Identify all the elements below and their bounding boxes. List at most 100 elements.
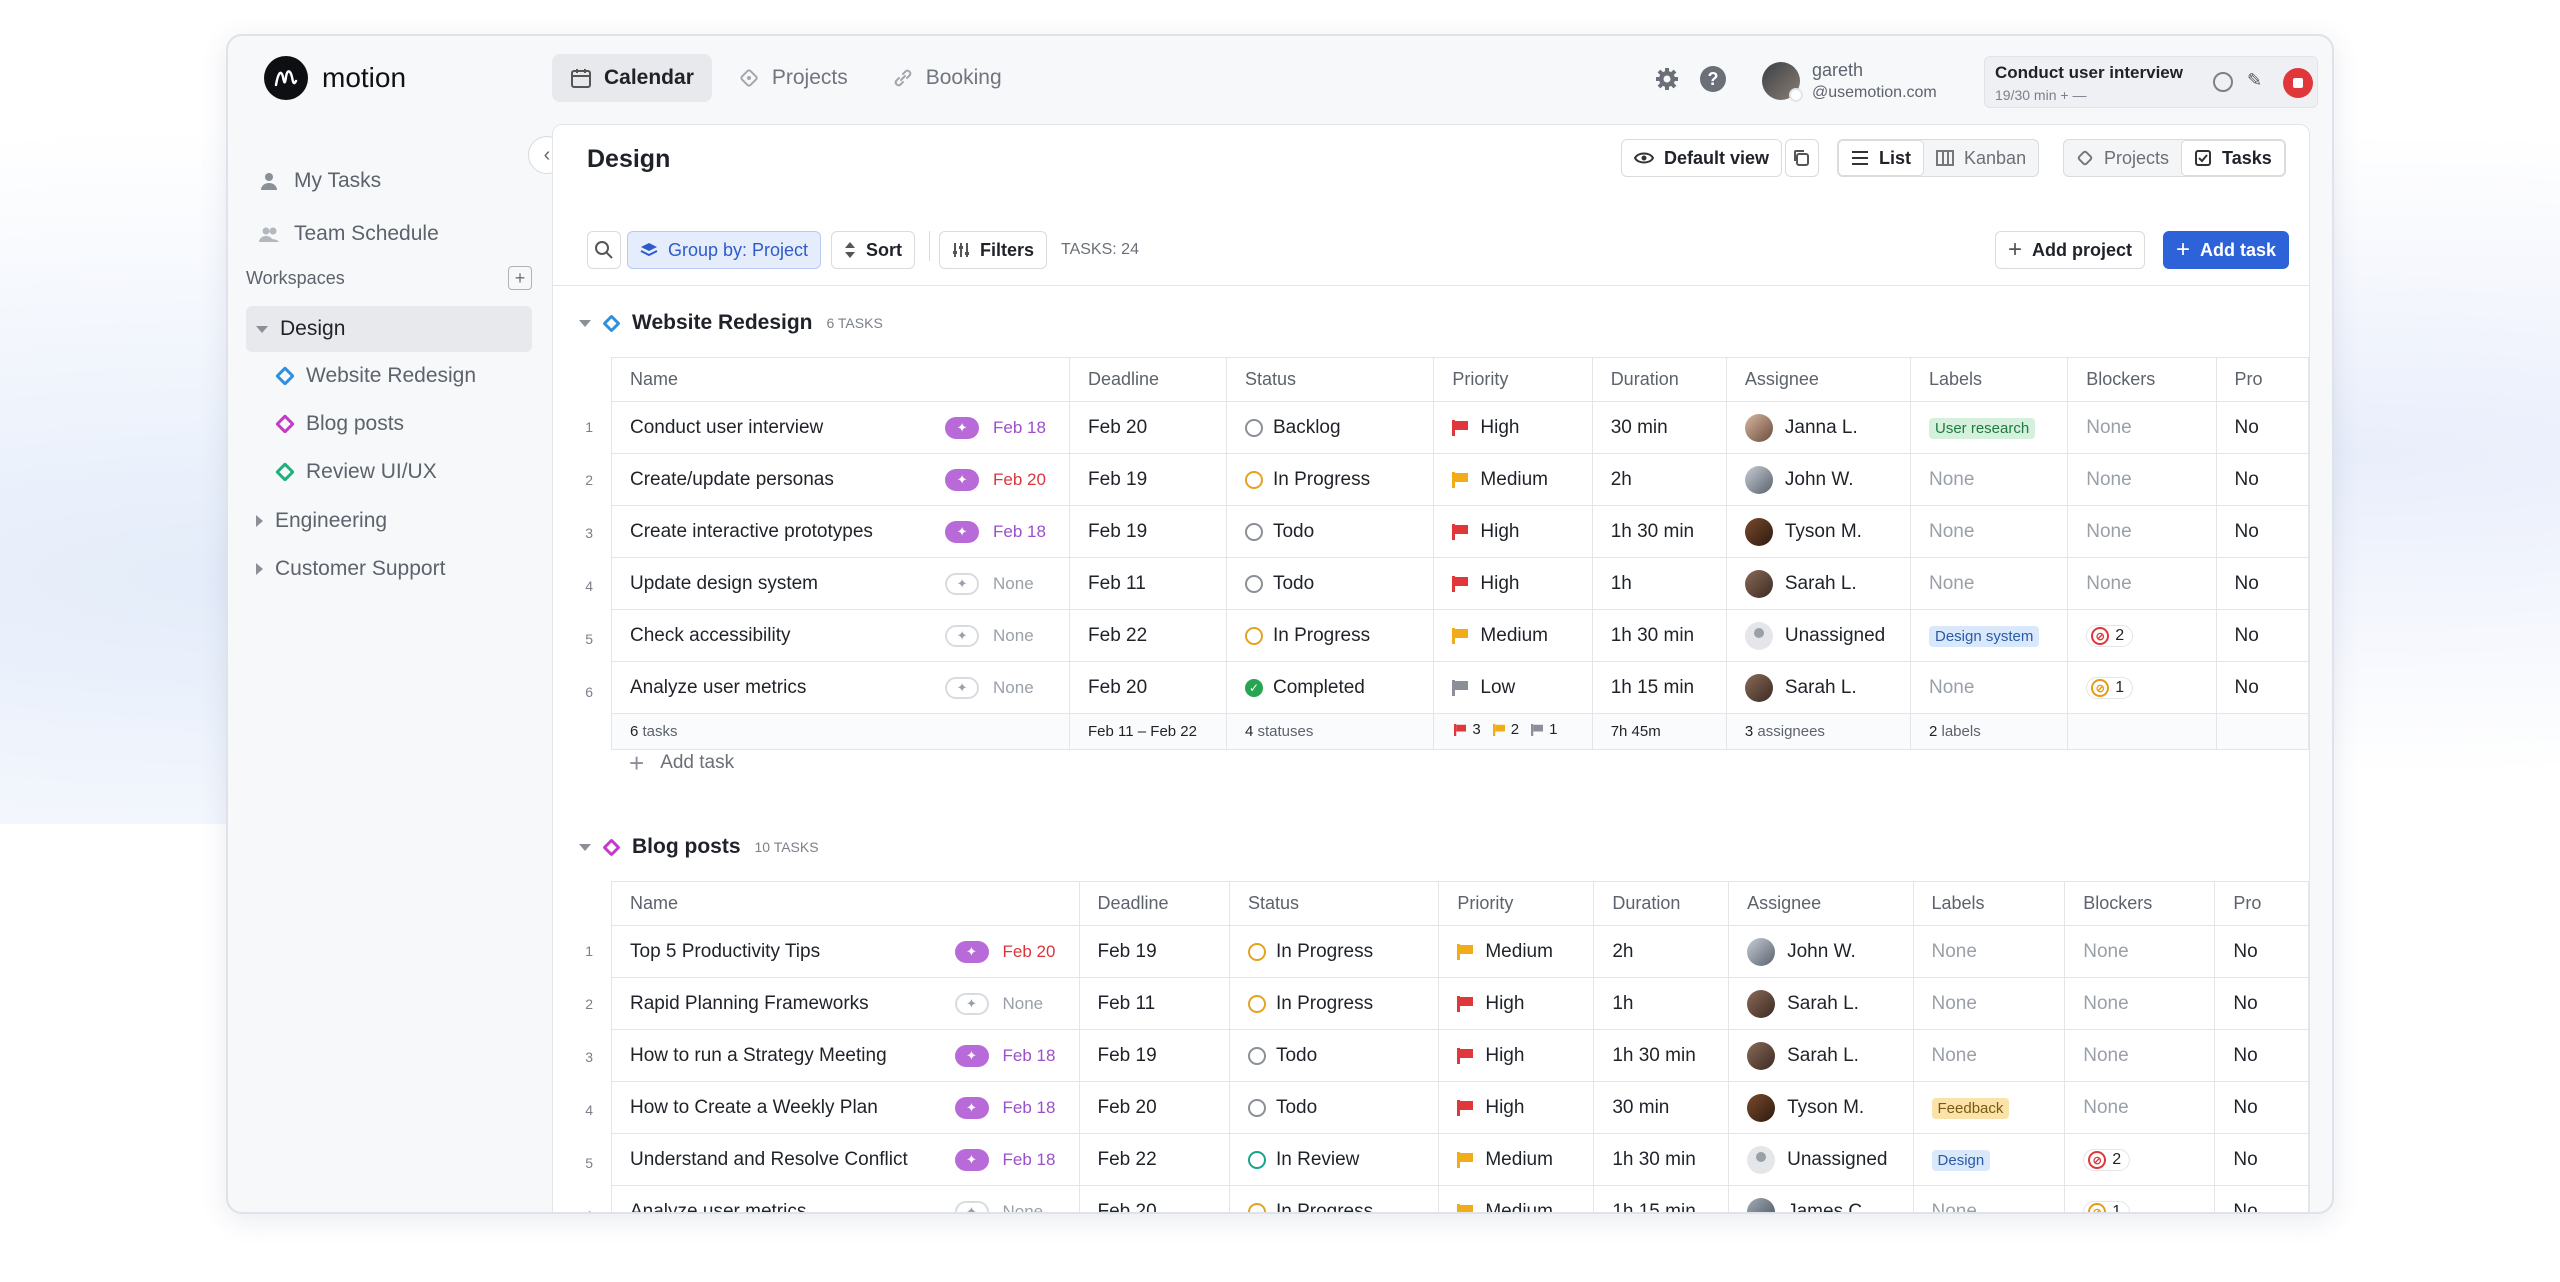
status-cell[interactable]: Todo xyxy=(1228,1081,1440,1134)
duration-cell[interactable]: 2h xyxy=(1591,453,1727,506)
table-row[interactable]: Understand and Resolve Conflict ✦ Feb 18 Fe… xyxy=(611,1133,2309,1186)
mode-tasks[interactable]: Tasks xyxy=(2181,140,2285,176)
project-website-redesign[interactable]: Website Redesign xyxy=(275,354,476,398)
deadline-cell[interactable]: Feb 22 xyxy=(1069,609,1227,662)
column-header[interactable]: Deadline xyxy=(1078,881,1230,926)
labels-cell[interactable]: None xyxy=(1909,505,2069,558)
priority-cell[interactable]: Medium xyxy=(1438,925,1595,978)
priority-cell[interactable]: Medium xyxy=(1438,1133,1595,1186)
deadline-cell[interactable]: Feb 20 xyxy=(1069,401,1227,454)
status-cell[interactable]: ✓ Completed xyxy=(1225,661,1435,714)
edit-icon[interactable]: ✎ xyxy=(2247,70,2271,94)
group-by-button[interactable]: Group by: Project xyxy=(627,231,822,269)
assignee-cell[interactable]: Janna L. xyxy=(1725,401,1911,454)
priority-cell[interactable]: Medium xyxy=(1433,453,1593,506)
status-cell[interactable]: In Progress xyxy=(1228,977,1440,1030)
add-task-button[interactable]: + Add task xyxy=(2163,231,2290,269)
auto-schedule-toggle-icon[interactable]: ✦ xyxy=(945,416,980,439)
labels-cell[interactable]: User research xyxy=(1909,401,2069,454)
labels-cell[interactable]: None xyxy=(1909,661,2069,714)
assignee-cell[interactable]: John W. xyxy=(1725,453,1911,506)
table-row[interactable]: Top 5 Productivity Tips ✦ Feb 20 Feb 19 In P… xyxy=(611,925,2309,978)
table-row[interactable]: Analyze user metrics ✦ None Feb 20 In Progre… xyxy=(611,1185,2309,1212)
column-header[interactable]: Blockers xyxy=(2064,881,2216,926)
deadline-cell[interactable]: Feb 20 xyxy=(1078,1081,1230,1134)
duration-cell[interactable]: 30 min xyxy=(1591,401,1727,454)
table-row[interactable]: Analyze user metrics ✦ None Feb 20 ✓ Complete… xyxy=(610,661,2309,714)
auto-schedule-toggle-icon[interactable]: ✦ xyxy=(945,520,980,543)
project-cell[interactable]: No xyxy=(2215,453,2309,506)
table-row[interactable]: How to run a Strategy Meeting ✦ Feb 18 Feb … xyxy=(611,1029,2309,1082)
task-name-cell[interactable]: Conduct user interview ✦ Feb 18 xyxy=(610,401,1071,454)
column-header[interactable]: Name xyxy=(611,881,1080,926)
column-header[interactable]: Labels xyxy=(1912,881,2066,926)
blockers-cell[interactable]: None xyxy=(2067,505,2217,558)
workspace-engineering[interactable]: Engineering xyxy=(246,498,532,544)
duration-cell[interactable]: 1h 30 min xyxy=(1591,609,1727,662)
task-name-cell[interactable]: Create/update personas ✦ Feb 20 xyxy=(610,453,1071,506)
column-header[interactable]: Labels xyxy=(1909,357,2069,402)
duration-cell[interactable]: 1h 30 min xyxy=(1593,1029,1730,1082)
assignee-cell[interactable]: John W. xyxy=(1728,925,1914,978)
labels-cell[interactable]: Design system xyxy=(1909,609,2069,662)
priority-cell[interactable]: High xyxy=(1438,977,1595,1030)
auto-schedule-toggle-icon[interactable]: ✦ xyxy=(945,572,980,595)
duration-cell[interactable]: 1h xyxy=(1591,557,1727,610)
blockers-cell[interactable]: None xyxy=(2067,557,2217,610)
status-cell[interactable]: In Progress xyxy=(1225,609,1435,662)
project-cell[interactable]: No xyxy=(2214,1081,2309,1134)
deadline-cell[interactable]: Feb 20 xyxy=(1069,661,1227,714)
labels-cell[interactable]: None xyxy=(1912,1185,2066,1212)
column-header[interactable]: Duration xyxy=(1591,357,1727,402)
labels-cell[interactable]: Feedback xyxy=(1912,1081,2066,1134)
project-cell[interactable]: No xyxy=(2214,925,2309,978)
assignee-cell[interactable]: Sarah L. xyxy=(1725,557,1911,610)
labels-cell[interactable]: None xyxy=(1909,557,2069,610)
blockers-cell[interactable]: ⊘ 1 xyxy=(2067,661,2217,714)
column-header[interactable]: Priority xyxy=(1438,881,1595,926)
auto-schedule-toggle-icon[interactable]: ✦ xyxy=(945,676,980,699)
column-header[interactable]: Blockers xyxy=(2067,357,2217,402)
column-header[interactable]: Deadline xyxy=(1069,357,1227,402)
tab-projects[interactable]: Projects xyxy=(720,54,866,102)
table-row[interactable]: Rapid Planning Frameworks ✦ None Feb 11 In P… xyxy=(611,977,2309,1030)
help-icon[interactable]: ? xyxy=(1700,66,1726,92)
priority-cell[interactable]: High xyxy=(1433,505,1593,558)
timer-adjust[interactable]: + — xyxy=(2060,87,2086,103)
table-row[interactable]: Conduct user interview ✦ Feb 18 Feb 20 Backl… xyxy=(610,401,2309,454)
priority-cell[interactable]: High xyxy=(1433,557,1593,610)
task-name-cell[interactable]: How to run a Strategy Meeting ✦ Feb 18 xyxy=(611,1029,1080,1082)
deadline-cell[interactable]: Feb 19 xyxy=(1078,925,1230,978)
active-task-timer[interactable]: Conduct user interview 19/30 min + — ✎ xyxy=(1984,56,2318,108)
project-cell[interactable]: No xyxy=(2215,401,2309,454)
duration-cell[interactable]: 1h 30 min xyxy=(1593,1133,1730,1186)
blockers-cell[interactable]: None xyxy=(2064,977,2216,1030)
assignee-cell[interactable]: Unassigned xyxy=(1725,609,1911,662)
column-header[interactable]: Priority xyxy=(1433,357,1593,402)
priority-cell[interactable]: High xyxy=(1433,401,1593,454)
assignee-cell[interactable]: Tyson M. xyxy=(1725,505,1911,558)
task-name-cell[interactable]: Understand and Resolve Conflict ✦ Feb 18 xyxy=(611,1133,1080,1186)
table-row[interactable]: How to Create a Weekly Plan ✦ Feb 18 Feb 20… xyxy=(611,1081,2309,1134)
auto-schedule-toggle-icon[interactable]: ✦ xyxy=(954,1148,989,1171)
table-row[interactable]: Check accessibility ✦ None Feb 22 In Progres… xyxy=(610,609,2309,662)
column-header[interactable]: Assignee xyxy=(1728,881,1914,926)
blockers-cell[interactable]: None xyxy=(2064,1029,2216,1082)
blockers-cell[interactable]: None xyxy=(2064,1081,2216,1134)
task-name-cell[interactable]: Rapid Planning Frameworks ✦ None xyxy=(611,977,1080,1030)
auto-schedule-toggle-icon[interactable]: ✦ xyxy=(954,1096,989,1119)
column-header[interactable]: Pro xyxy=(2215,357,2309,402)
status-cell[interactable]: Todo xyxy=(1228,1029,1440,1082)
project-review-ui-ux[interactable]: Review UI/UX xyxy=(275,450,437,494)
gear-icon[interactable] xyxy=(1654,66,1680,92)
status-cell[interactable]: Todo xyxy=(1225,557,1435,610)
add-task-row[interactable]: + Add task xyxy=(629,745,734,781)
table-row[interactable]: Update design system ✦ None Feb 11 Todo High 1… xyxy=(610,557,2309,610)
task-name-cell[interactable]: Check accessibility ✦ None xyxy=(610,609,1071,662)
blockers-cell[interactable]: None xyxy=(2067,401,2217,454)
duration-cell[interactable]: 1h 15 min xyxy=(1593,1185,1730,1212)
column-header[interactable]: Duration xyxy=(1593,881,1730,926)
assignee-cell[interactable]: Sarah L. xyxy=(1728,1029,1914,1082)
task-name-cell[interactable]: Create interactive prototypes ✦ Feb 18 xyxy=(610,505,1071,558)
section-header-website-redesign[interactable]: Website Redesign 6 TASKS xyxy=(579,307,883,339)
